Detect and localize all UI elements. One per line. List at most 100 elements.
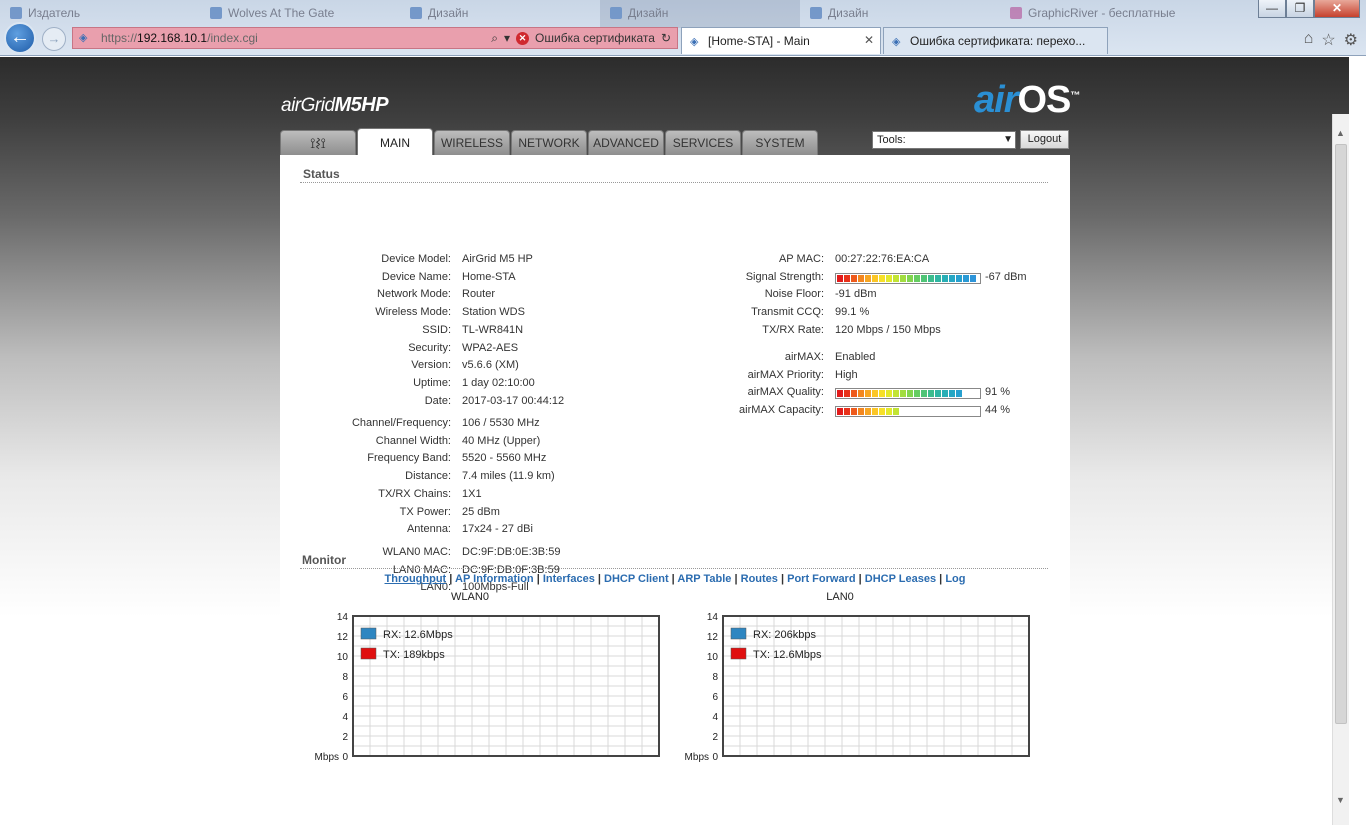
meter-segment (893, 274, 899, 282)
status-label: Security: (408, 341, 451, 354)
vertical-scrollbar[interactable]: ▲ ▼ (1332, 114, 1349, 825)
arrow-left-icon: ← (10, 26, 30, 48)
status-row: Device Model: AirGrid M5 HP (300, 251, 533, 269)
monitor-link-log[interactable]: Log (945, 573, 965, 585)
ghost-tab: Дизайн (600, 0, 800, 28)
monitor-link-port-forward[interactable]: Port Forward (787, 573, 855, 585)
y-tick-label: 14 (707, 612, 719, 623)
status-label: Channel/Frequency: (351, 417, 451, 429)
back-button[interactable]: ← (4, 22, 36, 54)
tab-network[interactable]: NETWORK (511, 130, 587, 155)
scroll-up-icon[interactable]: ▲ (1336, 128, 1345, 138)
link-separator: | (731, 573, 741, 585)
tab-wireless[interactable]: WIRELESS (434, 130, 510, 155)
status-value: -67 dBm (835, 269, 1027, 287)
close-button[interactable]: ✕ (1314, 0, 1360, 18)
minimize-button[interactable]: — (1258, 0, 1286, 18)
page-icon (610, 7, 622, 19)
status-value: 00:27:22:76:EA:CA (835, 253, 930, 265)
monitor-link-ap-information[interactable]: AP Information (455, 573, 534, 585)
status-value: DC:9F:DB:0E:3B:59 (462, 546, 561, 558)
tab-system[interactable]: SYSTEM (742, 130, 818, 155)
status-row: Security: WPA2-AES (300, 340, 518, 358)
meter-segment (886, 390, 892, 398)
monitor-link-routes[interactable]: Routes (741, 573, 778, 585)
chart-svg: 0 2 4 6 8 10 12 14 Mbps RX: 12.6Mbps TX: 189kbps (315, 612, 660, 763)
tab-services[interactable]: SERVICES (665, 130, 741, 155)
settings-gear-icon[interactable]: ⚙ (1344, 30, 1358, 50)
ghost-tab: Дизайн (400, 0, 600, 28)
scroll-down-icon[interactable]: ▼ (1336, 795, 1345, 805)
status-value: AirGrid M5 HP (462, 253, 533, 265)
certificate-error-label[interactable]: Ошибка сертификата (535, 31, 655, 45)
site-favicon-icon: ◈ (79, 32, 88, 44)
meter-segment (879, 408, 885, 416)
y-tick-label: 6 (342, 692, 348, 703)
y-tick-label: 12 (707, 632, 719, 643)
meter-segment (949, 274, 955, 282)
status-row: SSID: TL-WR841N (300, 322, 523, 340)
certificate-error-icon: ✕ (516, 31, 530, 45)
meter-segment (844, 274, 850, 282)
search-icon[interactable]: ⌕ (491, 31, 498, 46)
monitor-link-arp-table[interactable]: ARP Table (677, 573, 731, 585)
status-value: Enabled (835, 351, 876, 363)
monitor-link-dhcp-client[interactable]: DHCP Client (604, 573, 669, 585)
logout-button[interactable]: Logout (1020, 130, 1069, 149)
monitor-link-interfaces[interactable]: Interfaces (543, 573, 595, 585)
tab-ubiquiti-logo[interactable]: ⟟⌇⟟ (280, 130, 356, 155)
meter-segment (837, 408, 843, 416)
address-tools: ⌕ ▾ ✕ Ошибка сертификата ↻ (491, 31, 677, 46)
monitor-links: Throughput | AP Information | Interfaces… (280, 573, 1070, 585)
link-separator: | (533, 573, 543, 585)
home-icon[interactable]: ⌂ (1304, 30, 1314, 50)
forward-button[interactable]: → (42, 27, 66, 51)
ghost-tab: Издатель (0, 0, 200, 28)
y-tick-label: 4 (342, 712, 348, 723)
meter-segment (921, 390, 927, 398)
favorites-star-icon[interactable]: ☆ (1321, 30, 1335, 50)
status-row: Network Mode: Router (300, 286, 495, 304)
meter-segment (907, 390, 913, 398)
tab-home-sta[interactable]: ◈ [Home-STA] - Main ✕ (681, 27, 881, 54)
status-label: Distance: (405, 470, 451, 483)
status-label: Noise Floor: (764, 288, 824, 301)
status-row: airMAX: Enabled (680, 349, 876, 367)
level-meter (835, 272, 981, 284)
scrollbar-thumb[interactable] (1335, 144, 1347, 724)
chevron-down-icon: ▼ (1003, 134, 1013, 145)
status-value: 2017-03-17 00:44:12 (462, 394, 565, 407)
tab-advanced[interactable]: ADVANCED (588, 130, 664, 155)
address-bar[interactable]: ◈ https://192.168.10.1/index.cgi ⌕ ▾ ✕ О… (72, 27, 678, 49)
chart-svg: 0 2 4 6 8 10 12 14 Mbps RX: 206kbps TX: 12.6Mbps (685, 612, 1030, 763)
dropdown-icon[interactable]: ▾ (504, 31, 510, 45)
status-label: airMAX: (784, 351, 824, 363)
meter-segment (837, 274, 843, 282)
meter-segment (851, 408, 857, 416)
status-row: Signal Strength: -67 dBm (680, 269, 1027, 287)
status-value: Home-STA (462, 270, 516, 283)
tools-select[interactable]: Tools: ▼ (872, 131, 1016, 149)
browser-toolbar: Издатель Wolves At The Gate Дизайн Дизай… (0, 0, 1366, 56)
status-label: Device Model: (381, 253, 451, 265)
background-window-tabs: Издатель Wolves At The Gate Дизайн Дизай… (0, 0, 1366, 28)
url-host: 192.168.10.1 (137, 31, 208, 45)
status-value: TL-WR841N (462, 323, 524, 336)
refresh-icon[interactable]: ↻ (661, 31, 671, 45)
meter-segment (858, 408, 864, 416)
status-label: Channel Width: (375, 434, 451, 447)
monitor-link-throughput[interactable]: Throughput (385, 573, 447, 585)
status-value: WPA2-AES (462, 341, 519, 354)
status-row: TX/RX Rate: 120 Mbps / 150 Mbps (680, 322, 941, 340)
meter-segment (851, 390, 857, 398)
status-value: 99.1 % (835, 306, 870, 319)
status-value: 1X1 (462, 487, 482, 500)
maximize-button[interactable]: ❐ (1286, 0, 1314, 18)
monitor-link-dhcp-leases[interactable]: DHCP Leases (865, 573, 936, 585)
status-value: v5.6.6 (XM) (462, 359, 519, 372)
close-tab-icon[interactable]: ✕ (864, 33, 874, 47)
tab-main[interactable]: MAIN (357, 128, 433, 155)
ghost-tab: GraphicRiver - бесплатные (1000, 0, 1190, 28)
tab-cert-error[interactable]: ◈ Ошибка сертификата: перехо... (883, 27, 1108, 54)
y-axis-label: Mbps (315, 752, 339, 763)
